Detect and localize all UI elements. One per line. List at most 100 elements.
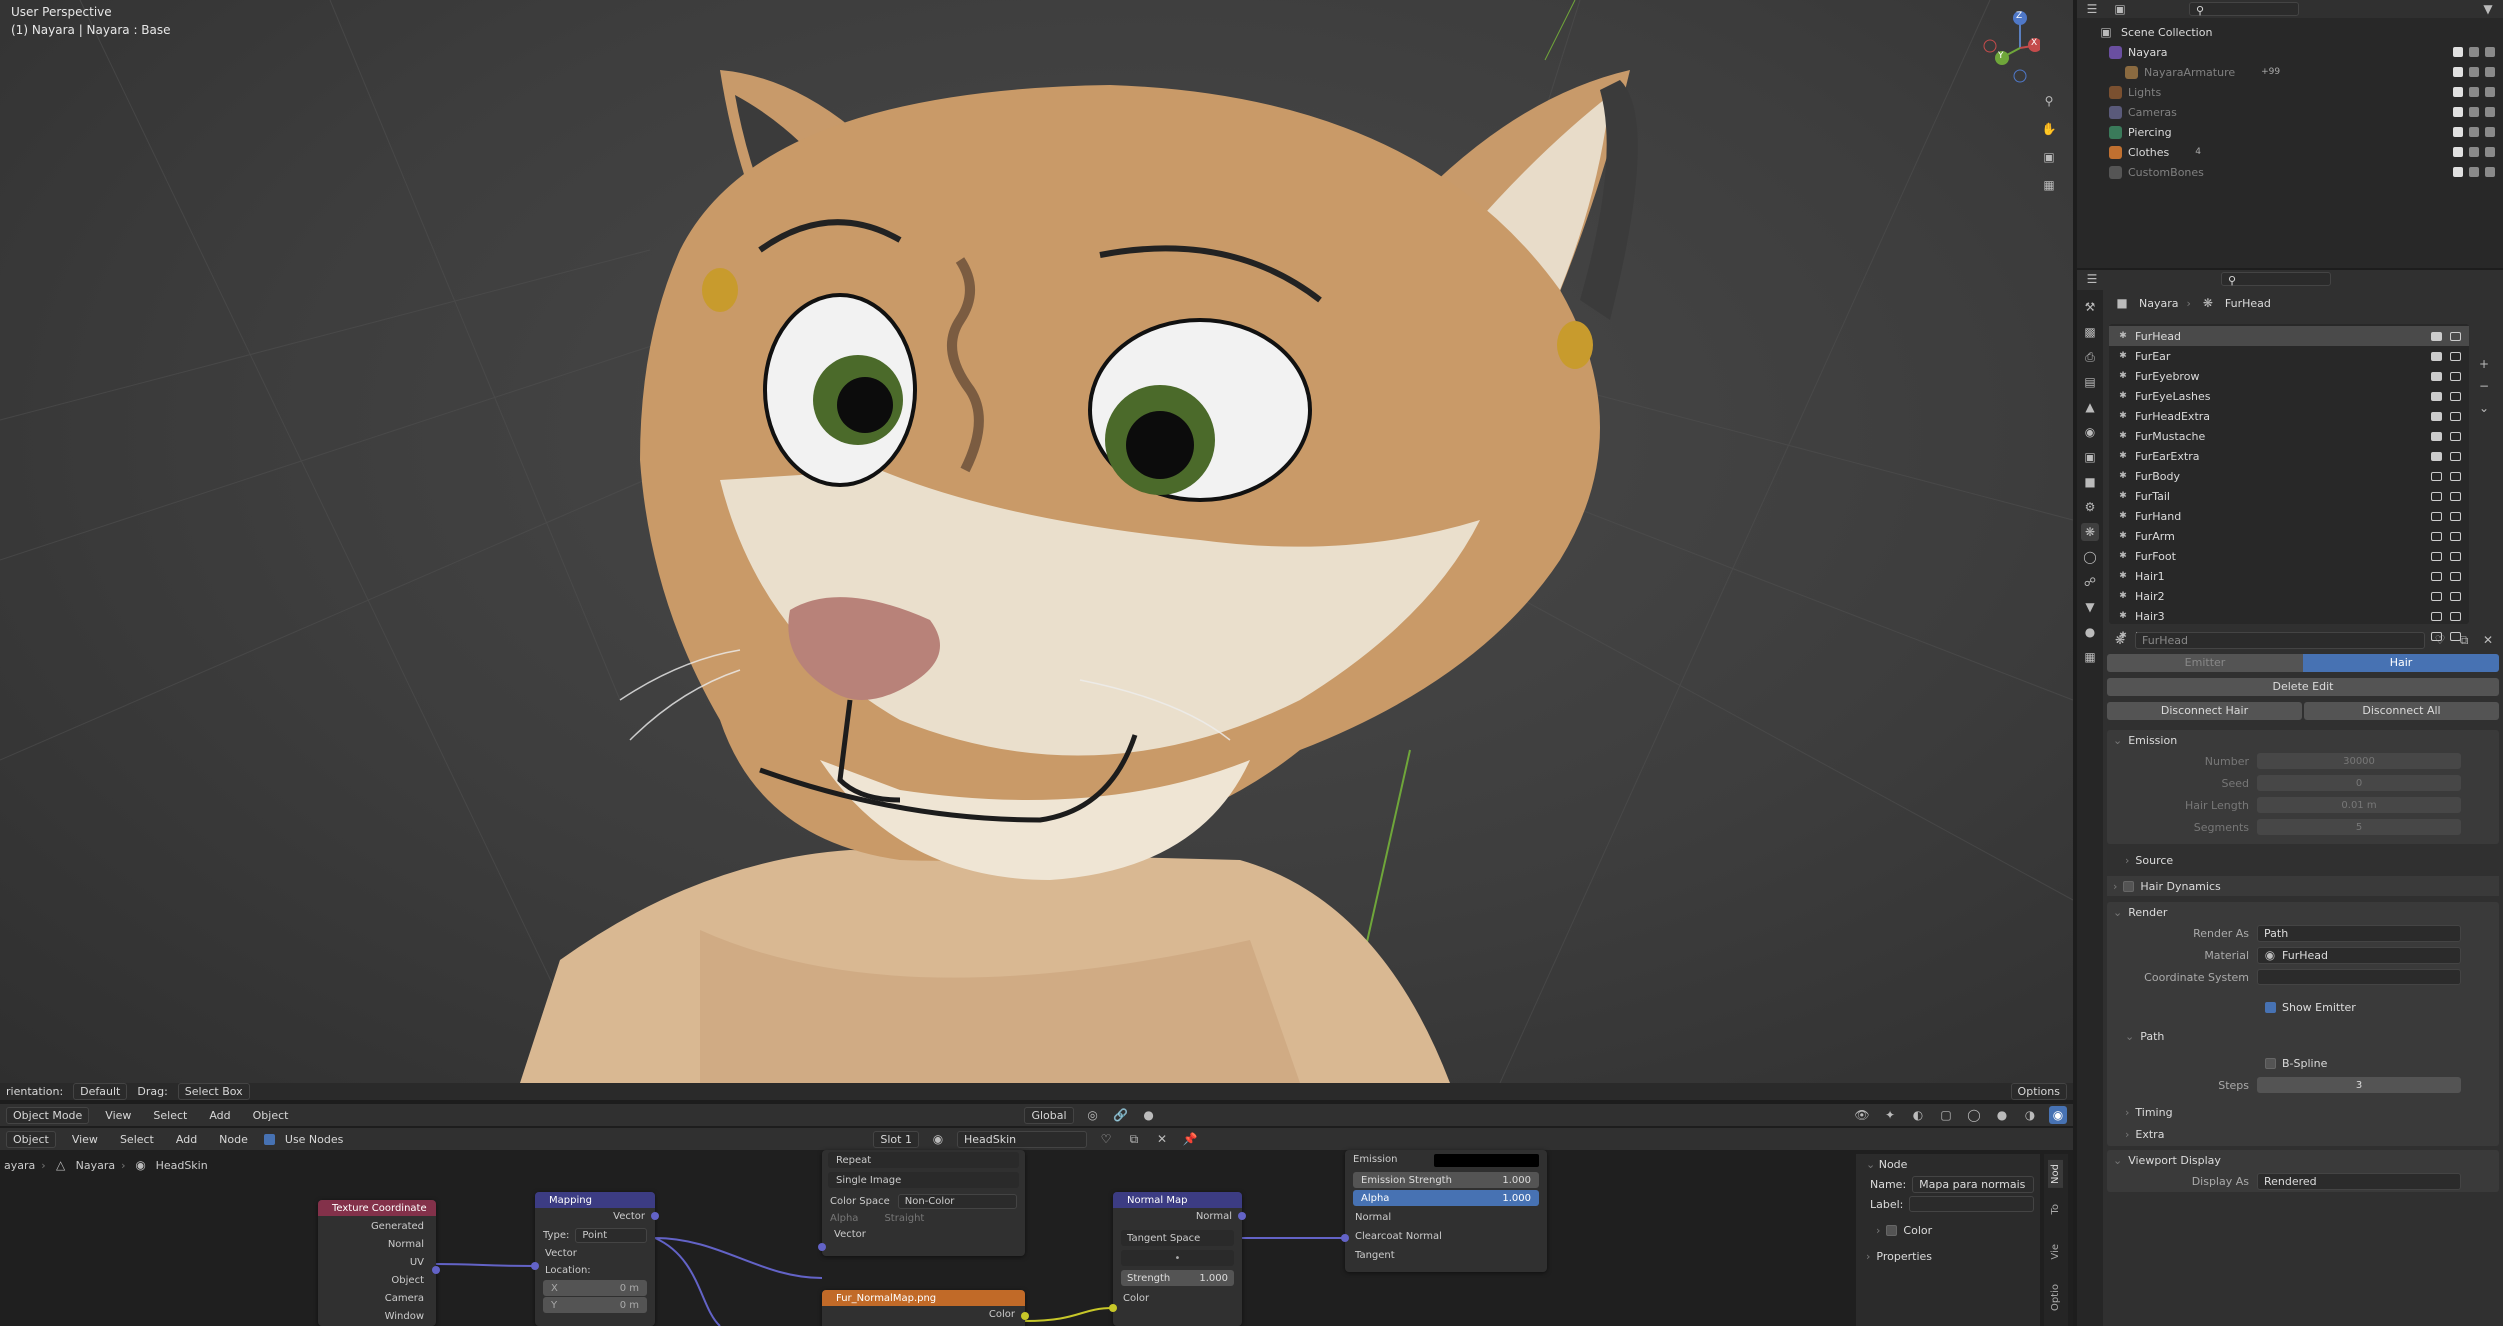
particle-system-item[interactable]: ✱ FurEar — [2109, 346, 2469, 366]
properties-editor-icon[interactable]: ☰ — [2083, 270, 2101, 288]
transform-orientation-dropdown[interactable]: Global — [1024, 1106, 1074, 1124]
orientation-dropdown[interactable]: Default — [73, 1083, 128, 1100]
particle-system-item[interactable]: ✱ FurEarExtra — [2109, 446, 2469, 466]
settings-fake-user-icon[interactable]: ♡ — [2431, 631, 2449, 649]
space-dropdown[interactable]: Tangent Space — [1121, 1230, 1234, 1246]
viewport-toggle-icon[interactable] — [2431, 431, 2442, 441]
normal-in-socket[interactable] — [1109, 1304, 1117, 1312]
extra-panel[interactable]: › Extra — [2107, 1126, 2499, 1146]
node-color-panel[interactable]: › Color — [1856, 1220, 2040, 1240]
options-dropdown[interactable]: Options — [2010, 1083, 2067, 1100]
disconnect-all-button[interactable]: Disconnect All — [2304, 702, 2499, 720]
3d-viewport[interactable]: User Perspective (1) Nayara | Nayara : B… — [0, 0, 2073, 1083]
node-color-checkbox[interactable] — [1886, 1224, 1898, 1236]
render-toggle-icon[interactable] — [2450, 471, 2461, 481]
eye-icon[interactable] — [2469, 167, 2479, 177]
modifier-tab-icon[interactable]: ⚙ — [2081, 498, 2099, 516]
tab-view[interactable]: Vie — [2048, 1240, 2063, 1264]
view-layer-tab-icon[interactable]: ▤ — [2081, 373, 2099, 391]
normal-map-image-node[interactable]: Fur_NormalMap.png Color — [822, 1290, 1029, 1326]
viewport-toggle-icon[interactable] — [2431, 331, 2442, 341]
mapping-location-x[interactable]: X 0 m — [543, 1280, 647, 1296]
particle-system-item[interactable]: ✱ FurEyeLashes — [2109, 386, 2469, 406]
scene-tab-icon[interactable]: ▲ — [2081, 398, 2099, 416]
physics-tab-icon[interactable]: ◯ — [2081, 548, 2099, 566]
eye-icon[interactable] — [2469, 67, 2479, 77]
image-texture-node[interactable]: Repeat Single Image Color Space Non-Colo… — [818, 1150, 1025, 1256]
remove-system-icon[interactable]: − — [2475, 377, 2493, 395]
viewport-toggle-icon[interactable] — [2431, 531, 2442, 541]
exclude-checkbox[interactable] — [2453, 47, 2463, 57]
material-tab-icon[interactable]: ● — [2081, 623, 2099, 641]
render-toggle-icon[interactable] — [2450, 551, 2461, 561]
filter-icon[interactable]: ▼ — [2479, 0, 2497, 18]
viewport-toggle-icon[interactable] — [2431, 451, 2442, 461]
image2-color-socket[interactable] — [1021, 1312, 1029, 1320]
exclude-checkbox[interactable] — [2453, 147, 2463, 157]
emission-strength-field[interactable]: Emission Strength 1.000 — [1353, 1172, 1539, 1188]
world-tab-icon[interactable]: ◉ — [2081, 423, 2099, 441]
emission-field-value[interactable]: 5 — [2257, 819, 2461, 835]
rendered-shading-icon[interactable]: ◉ — [2049, 1106, 2067, 1124]
pan-hand-icon[interactable]: ✋ — [2040, 120, 2058, 138]
outliner-item[interactable]: Nayara — [2097, 42, 2503, 62]
hair-tab[interactable]: Hair — [2303, 654, 2499, 672]
mapping-location-y[interactable]: Y 0 m — [543, 1297, 647, 1313]
render-toggle-icon[interactable] — [2450, 571, 2461, 581]
particle-system-item[interactable]: ✱ FurHead — [2109, 326, 2469, 346]
material-dropdown[interactable]: FurHead — [2282, 949, 2328, 962]
eye-icon[interactable] — [2469, 127, 2479, 137]
show-emitter-checkbox[interactable] — [2265, 1001, 2276, 1013]
solid-shading-icon[interactable]: ● — [1993, 1106, 2011, 1124]
viewport-toggle-icon[interactable] — [2431, 351, 2442, 361]
navigation-gizmo[interactable]: Z X Y — [1980, 8, 2042, 88]
camera-icon[interactable] — [2485, 147, 2495, 157]
drag-dropdown[interactable]: Select Box — [177, 1083, 250, 1100]
editor-type-icon[interactable]: ☰ — [2083, 0, 2101, 18]
output-tab-icon[interactable]: ⎙ — [2081, 348, 2099, 366]
eye-icon[interactable] — [2469, 47, 2479, 57]
render-toggle-icon[interactable] — [2450, 371, 2461, 381]
render-toggle-icon[interactable] — [2450, 391, 2461, 401]
tab-node[interactable]: Nod — [2048, 1160, 2063, 1188]
eye-icon[interactable] — [2469, 107, 2479, 117]
node-editor[interactable]: Object View Select Add Node Use Nodes Sl… — [0, 1128, 2073, 1326]
texture-tab-icon[interactable]: ▦ — [2081, 648, 2099, 666]
node-name-field[interactable]: Mapa para normais — [1912, 1175, 2034, 1193]
tab-options[interactable]: Optio — [2048, 1280, 2063, 1315]
texture-coordinate-node[interactable]: Texture Coordinate Generated Normal UV O… — [318, 1200, 440, 1326]
render-tab-icon[interactable]: ▩ — [2081, 323, 2099, 341]
collection-tab-icon[interactable]: ▣ — [2081, 448, 2099, 466]
bsdf-normal-socket[interactable] — [1341, 1234, 1349, 1242]
camera-icon[interactable] — [2485, 167, 2495, 177]
outliner-item[interactable]: NayaraArmature +99 — [2097, 62, 2503, 82]
alpha-mode-dropdown[interactable]: Straight — [884, 1213, 924, 1224]
exclude-checkbox[interactable] — [2453, 67, 2463, 77]
render-toggle-icon[interactable] — [2450, 331, 2461, 341]
viewport-toggle-icon[interactable] — [2431, 391, 2442, 401]
emitter-tab[interactable]: Emitter — [2107, 654, 2303, 672]
data-tab-icon[interactable]: ▼ — [2081, 598, 2099, 616]
tool-tab-icon[interactable]: ⚒ — [2081, 298, 2099, 316]
image-in-socket[interactable] — [818, 1243, 826, 1251]
outliner-item[interactable]: CustomBones — [2097, 162, 2503, 182]
bspline-checkbox[interactable] — [2265, 1057, 2276, 1069]
visibility-icon[interactable]: 👁 — [1853, 1106, 1871, 1124]
particle-system-item[interactable]: ✱ Hair3 — [2109, 606, 2469, 626]
list-menu-icon[interactable]: ⌄ — [2475, 399, 2493, 417]
menu-view[interactable]: View — [99, 1108, 137, 1123]
pivot-icon[interactable]: ◎ — [1084, 1106, 1102, 1124]
tab-tool[interactable]: To — [2048, 1200, 2063, 1219]
render-toggle-icon[interactable] — [2450, 431, 2461, 441]
overlay-icon[interactable]: ◐ — [1909, 1106, 1927, 1124]
camera-icon[interactable] — [2485, 127, 2495, 137]
render-toggle-icon[interactable] — [2450, 491, 2461, 501]
viewport-toggle-icon[interactable] — [2431, 511, 2442, 521]
particle-system-item[interactable]: ✱ FurHeadExtra — [2109, 406, 2469, 426]
color-space-dropdown[interactable]: Non-Color — [897, 1194, 1017, 1209]
constraints-tab-icon[interactable]: ☍ — [2081, 573, 2099, 591]
emission-field-value[interactable]: 0 — [2257, 775, 2461, 791]
render-as-dropdown[interactable]: Path — [2257, 924, 2461, 942]
viewport-toggle-icon[interactable] — [2431, 411, 2442, 421]
menu-object[interactable]: Object — [247, 1108, 295, 1123]
